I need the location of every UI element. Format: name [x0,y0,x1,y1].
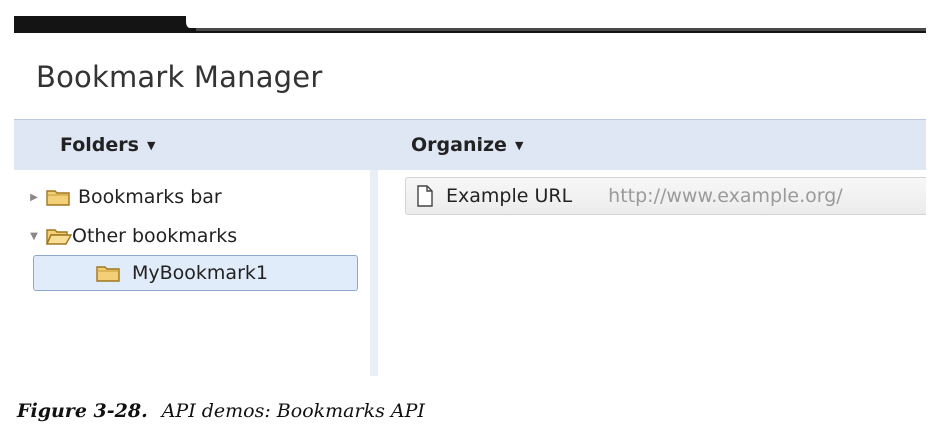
folder-icon [46,188,70,206]
organize-menu-label: Organize [411,134,507,156]
tree-item-label: Other bookmarks [72,225,238,247]
pane-splitter[interactable] [370,170,378,376]
caret-down-icon: ▼ [146,139,156,152]
figure-caption: Figure 3-28. API demos: Bookmarks API [17,400,425,422]
expand-arrow-icon[interactable]: ▶ [28,192,40,203]
collapse-arrow-icon[interactable]: ▼ [28,231,40,242]
figure-caption-text: API demos: Bookmarks API [161,400,425,422]
tab-strip-border [196,28,926,31]
tree-item-mybookmark1[interactable]: MyBookmark1 [33,255,358,291]
page-title: Bookmark Manager [36,60,323,94]
caret-down-icon: ▼ [514,139,524,152]
tree-item-label: Bookmarks bar [78,186,222,208]
bookmark-row[interactable]: Example URL http://www.example.org/ [405,177,926,215]
browser-tab[interactable] [184,16,928,28]
page-icon [416,185,434,207]
bookmark-title: Example URL [446,185,573,207]
tree-item-label: MyBookmark1 [132,262,268,284]
bookmark-url: http://www.example.org/ [608,185,843,207]
folder-icon [96,264,120,282]
folder-open-icon [46,227,72,245]
folders-menu[interactable]: Folders ▼ [60,134,155,156]
tree-item-other-bookmarks[interactable]: ▼ Other bookmarks [28,219,237,253]
browser-tab-strip [14,16,928,33]
folders-menu-label: Folders [60,134,139,156]
toolbar: Folders ▼ Organize ▼ [14,119,926,170]
tree-item-bookmarks-bar[interactable]: ▶ Bookmarks bar [28,180,222,214]
figure-number: Figure 3-28. [17,400,148,422]
organize-menu[interactable]: Organize ▼ [411,134,523,156]
